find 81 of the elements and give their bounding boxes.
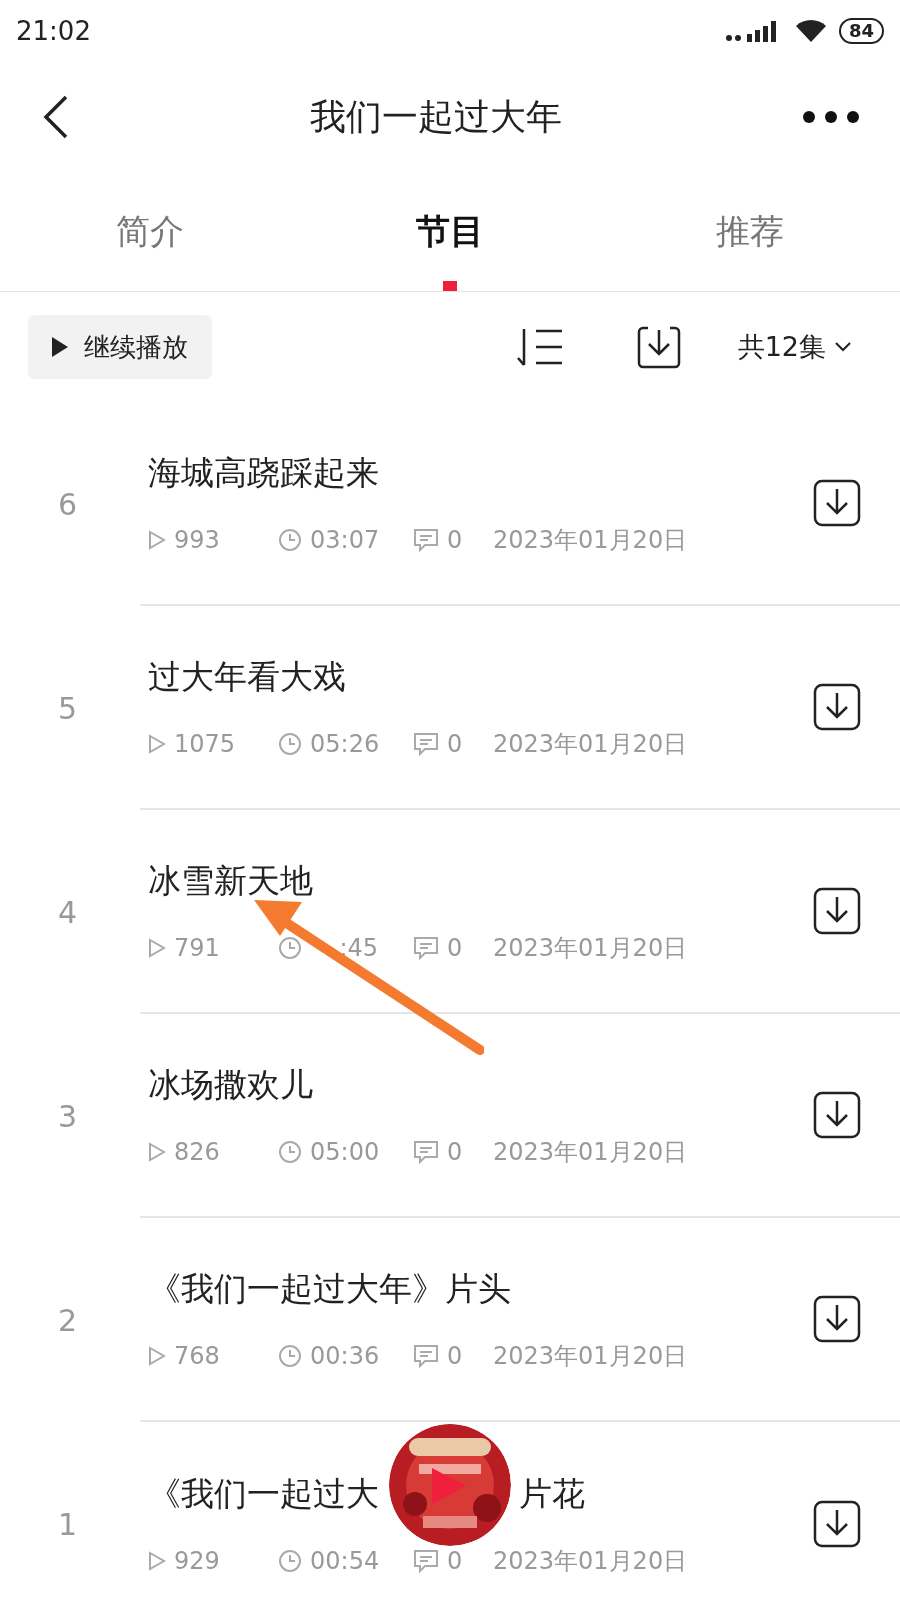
duration: 05:00 — [310, 1136, 378, 1168]
comment-count: 0 — [447, 1340, 463, 1372]
episode-title: 冰场撒欢儿 — [148, 1064, 313, 1107]
play-count: 826 — [174, 1136, 220, 1168]
episode-number: 6 — [57, 485, 79, 524]
continue-play-button[interactable]: 继续播放 — [28, 315, 212, 379]
clock-icon — [278, 935, 302, 960]
comment-icon — [413, 731, 439, 756]
episode-row[interactable]: 3 冰场撒欢儿 826 05:00 0 2023年01月20日 — [0, 1014, 900, 1218]
play-count: 1075 — [174, 728, 236, 760]
episode-number: 5 — [57, 689, 79, 728]
play-count: 791 — [174, 932, 220, 964]
episode-title: 冰雪新天地 — [148, 860, 313, 903]
play-count-icon — [148, 1550, 166, 1571]
more-icon[interactable] — [802, 110, 860, 124]
tab[interactable]: 简介 — [0, 172, 300, 291]
download-icon[interactable] — [812, 886, 862, 936]
sort-icon[interactable] — [515, 327, 564, 367]
play-count-icon — [148, 1141, 166, 1162]
episode-title: 海城高跷踩起来 — [148, 452, 379, 495]
play-count: 929 — [174, 1545, 220, 1577]
comment-icon — [413, 1139, 439, 1164]
publish-date: 2023年01月20日 — [493, 932, 688, 964]
episode-title: 过大年看大戏 — [148, 656, 346, 699]
status-time: 21:02 — [16, 14, 91, 48]
download-icon[interactable] — [812, 478, 862, 528]
play-icon — [52, 337, 68, 357]
comment-icon — [413, 1343, 439, 1368]
comment-count: 0 — [447, 1136, 463, 1168]
episode-row[interactable]: 6 海城高跷踩起来 993 03:07 0 2023年01月20日 — [0, 402, 900, 606]
episode-title: 《我们一起过大 — [148, 1473, 379, 1516]
episode-row[interactable]: 2 《我们一起过大年》片头 768 00:36 0 2023年01月20日 — [0, 1218, 900, 1422]
play-count-icon — [148, 733, 166, 754]
play-count-icon — [148, 529, 166, 550]
publish-date: 2023年01月20日 — [493, 1340, 688, 1372]
clock-icon — [278, 1343, 302, 1368]
wifi-icon — [794, 19, 827, 43]
download-icon[interactable] — [812, 1090, 862, 1140]
download-icon[interactable] — [635, 324, 682, 370]
clock-icon — [278, 1548, 302, 1573]
duration: 00:36 — [310, 1340, 378, 1372]
duration: :45 — [338, 932, 378, 964]
battery-indicator: 84 — [838, 18, 884, 44]
episode-row[interactable]: 1 《我们一起过大 片花 929 00:54 0 2023年01月20日 — [0, 1422, 900, 1600]
episode-title: 《我们一起过大年》片头 — [148, 1268, 511, 1311]
episode-number: 2 — [57, 1301, 79, 1340]
tab-indicator — [443, 281, 457, 291]
episode-number: 1 — [57, 1505, 79, 1544]
comment-icon — [413, 527, 439, 552]
comment-count: 0 — [447, 1545, 463, 1577]
episode-number: 4 — [57, 893, 79, 932]
duration: 03:07 — [310, 524, 378, 556]
comment-icon — [413, 935, 439, 960]
play-count: 993 — [174, 524, 220, 556]
episode-title: 片花 — [519, 1473, 585, 1516]
tab[interactable]: 节目 — [300, 172, 600, 291]
publish-date: 2023年01月20日 — [493, 728, 688, 760]
play-count-icon — [148, 1345, 166, 1366]
play-count-icon — [148, 937, 166, 958]
publish-date: 2023年01月20日 — [493, 1136, 688, 1168]
download-icon[interactable] — [812, 682, 862, 732]
page-title: 我们一起过大年 — [310, 95, 562, 139]
comment-count: 0 — [447, 524, 463, 556]
episode-count-dropdown[interactable]: 共12集 — [737, 326, 852, 368]
clock-icon — [278, 731, 302, 756]
duration: 00:54 — [310, 1545, 378, 1577]
comment-icon — [413, 1548, 439, 1573]
publish-date: 2023年01月20日 — [493, 1545, 688, 1577]
episode-row[interactable]: 5 过大年看大戏 1075 05:26 0 2023年01月20日 — [0, 606, 900, 810]
download-icon[interactable] — [812, 1294, 862, 1344]
clock-icon — [278, 1139, 302, 1164]
tab[interactable]: 推荐 — [600, 172, 900, 291]
comment-count: 0 — [447, 728, 463, 760]
chevron-down-icon — [834, 341, 852, 353]
episode-number: 3 — [57, 1097, 79, 1136]
play-count: 768 — [174, 1340, 220, 1372]
clock-icon — [278, 527, 302, 552]
download-icon[interactable] — [812, 1499, 862, 1549]
duration: 05:26 — [310, 728, 378, 760]
comment-count: 0 — [447, 932, 463, 964]
publish-date: 2023年01月20日 — [493, 524, 688, 556]
